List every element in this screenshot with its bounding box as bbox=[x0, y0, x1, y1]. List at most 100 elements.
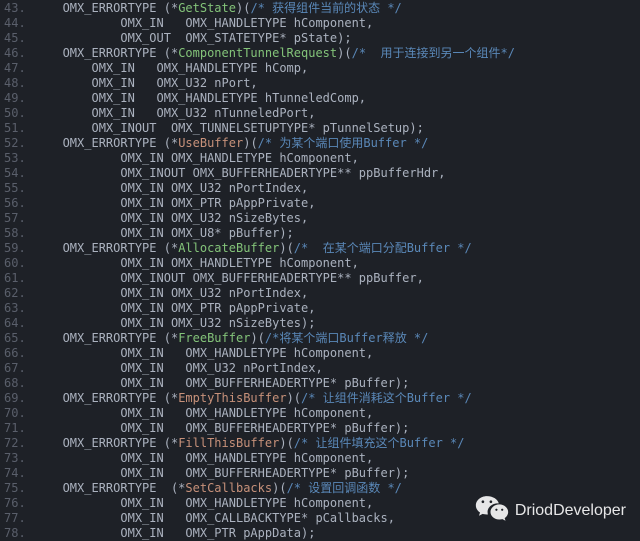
line-number: 74. bbox=[4, 466, 26, 481]
code-line: OMX_INOUT OMX_TUNNELSETUPTYPE* pTunnelSe… bbox=[34, 121, 640, 136]
code-token: OMX_IN OMX_HANDLETYPE hComp, bbox=[34, 61, 309, 75]
code-token: OMX_ERRORTYPE (* bbox=[34, 136, 179, 150]
code-line: OMX_ERRORTYPE (*FreeBuffer)(/*将某个端口Buffe… bbox=[34, 331, 640, 346]
code-line: OMX_IN OMX_BUFFERHEADERTYPE* pBuffer); bbox=[34, 466, 640, 481]
code-token: OMX_ERRORTYPE (* bbox=[34, 436, 179, 450]
line-number: 45. bbox=[4, 31, 26, 46]
code-line: OMX_IN OMX_PTR pAppPrivate, bbox=[34, 196, 640, 211]
code-token: OMX_INOUT OMX_TUNNELSETUPTYPE* pTunnelSe… bbox=[34, 121, 424, 135]
line-number: 64. bbox=[4, 316, 26, 331]
code-line: OMX_IN OMX_U32 nSizeBytes); bbox=[34, 316, 640, 331]
line-number: 48. bbox=[4, 76, 26, 91]
code-editor: 43.44.45.46.47.48.49.50.51.52.53.54.55.5… bbox=[0, 0, 640, 541]
line-number: 43. bbox=[4, 1, 26, 16]
code-token: OMX_IN OMX_HANDLETYPE hTunneledComp, bbox=[34, 91, 366, 105]
code-token: )( bbox=[236, 1, 250, 15]
line-number: 47. bbox=[4, 61, 26, 76]
comment: /* 在某个端口分配Buffer */ bbox=[294, 241, 472, 255]
code-token: OMX_IN OMX_U32 nSizeBytes); bbox=[34, 316, 316, 330]
code-line: OMX_IN OMX_HANDLETYPE hComponent, bbox=[34, 406, 640, 421]
function-name: AllocateBuffer bbox=[178, 241, 279, 255]
code-token: OMX_IN OMX_HANDLETYPE hComponent, bbox=[34, 496, 374, 510]
code-line: OMX_IN OMX_HANDLETYPE hComponent, bbox=[34, 256, 640, 271]
code-line: OMX_IN OMX_U32 nTunneledPort, bbox=[34, 106, 640, 121]
comment: /*将某个端口Buffer释放 */ bbox=[265, 331, 428, 345]
code-token: OMX_IN OMX_U32 nTunneledPort, bbox=[34, 106, 316, 120]
comment: /* 为某个端口使用Buffer */ bbox=[258, 136, 429, 150]
line-number: 46. bbox=[4, 46, 26, 61]
code-token: OMX_IN OMX_HANDLETYPE hComponent, bbox=[34, 346, 374, 360]
line-number: 58. bbox=[4, 226, 26, 241]
line-number: 44. bbox=[4, 16, 26, 31]
line-number: 73. bbox=[4, 451, 26, 466]
code-line: OMX_IN OMX_BUFFERHEADERTYPE* pBuffer); bbox=[34, 421, 640, 436]
code-line: OMX_IN OMX_PTR pAppData); bbox=[34, 526, 640, 541]
code-token: OMX_IN OMX_U32 nPortIndex, bbox=[34, 361, 323, 375]
line-number: 51. bbox=[4, 121, 26, 136]
line-number: 62. bbox=[4, 286, 26, 301]
code-token: OMX_IN OMX_BUFFERHEADERTYPE* pBuffer); bbox=[34, 421, 410, 435]
code-token: )( bbox=[337, 46, 351, 60]
line-number: 72. bbox=[4, 436, 26, 451]
line-number: 61. bbox=[4, 271, 26, 286]
line-number: 59. bbox=[4, 241, 26, 256]
watermark-text: DriodDeveloper bbox=[515, 502, 626, 520]
comment: /* 设置回调函数 */ bbox=[287, 481, 402, 495]
code-token: )( bbox=[272, 481, 286, 495]
code-token: OMX_ERRORTYPE (* bbox=[34, 1, 179, 15]
line-number: 53. bbox=[4, 151, 26, 166]
function-name: EmptyThisBuffer bbox=[178, 391, 286, 405]
code-line: OMX_IN OMX_HANDLETYPE hComp, bbox=[34, 61, 640, 76]
code-token: )( bbox=[279, 241, 293, 255]
wechat-icon bbox=[475, 494, 509, 527]
code-line: OMX_IN OMX_HANDLETYPE hComponent, bbox=[34, 151, 640, 166]
function-name: SetCallbacks bbox=[185, 481, 272, 495]
code-token: OMX_IN OMX_BUFFERHEADERTYPE* pBuffer); bbox=[34, 376, 410, 390]
line-number: 55. bbox=[4, 181, 26, 196]
line-number: 54. bbox=[4, 166, 26, 181]
code-line: OMX_IN OMX_HANDLETYPE hComponent, bbox=[34, 16, 640, 31]
function-name: ComponentTunnelRequest bbox=[178, 46, 337, 60]
line-number: 68. bbox=[4, 376, 26, 391]
code-area[interactable]: OMX_ERRORTYPE (*GetState)(/* 获得组件当前的状态 *… bbox=[34, 0, 640, 541]
comment: /* 让组件消耗这个Buffer */ bbox=[301, 391, 472, 405]
code-line: OMX_INOUT OMX_BUFFERHEADERTYPE** ppBuffe… bbox=[34, 271, 640, 286]
comment: /* 用于连接到另一个组件*/ bbox=[352, 46, 515, 60]
code-line: OMX_OUT OMX_STATETYPE* pState); bbox=[34, 31, 640, 46]
code-token: OMX_ERRORTYPE (* bbox=[34, 391, 179, 405]
code-token: OMX_IN OMX_HANDLETYPE hComponent, bbox=[34, 451, 374, 465]
line-number: 71. bbox=[4, 421, 26, 436]
code-line: OMX_ERRORTYPE (*ComponentTunnelRequest)(… bbox=[34, 46, 640, 61]
code-line: OMX_INOUT OMX_BUFFERHEADERTYPE** ppBuffe… bbox=[34, 166, 640, 181]
code-token: OMX_IN OMX_U8* pBuffer); bbox=[34, 226, 294, 240]
line-number: 65. bbox=[4, 331, 26, 346]
code-token: OMX_IN OMX_HANDLETYPE hComponent, bbox=[34, 151, 359, 165]
code-token: OMX_ERRORTYPE (* bbox=[34, 481, 186, 495]
line-number: 75. bbox=[4, 481, 26, 496]
code-token: OMX_OUT OMX_STATETYPE* pState); bbox=[34, 31, 352, 45]
code-line: OMX_ERRORTYPE (*EmptyThisBuffer)(/* 让组件消… bbox=[34, 391, 640, 406]
function-name: FillThisBuffer bbox=[178, 436, 279, 450]
code-token: OMX_ERRORTYPE (* bbox=[34, 241, 179, 255]
code-token: )( bbox=[287, 391, 301, 405]
line-number: 76. bbox=[4, 496, 26, 511]
code-line: OMX_ERRORTYPE (*UseBuffer)(/* 为某个端口使用Buf… bbox=[34, 136, 640, 151]
code-line: OMX_IN OMX_U32 nPortIndex, bbox=[34, 181, 640, 196]
line-number: 69. bbox=[4, 391, 26, 406]
code-token: OMX_INOUT OMX_BUFFERHEADERTYPE** ppBuffe… bbox=[34, 166, 446, 180]
code-token: )( bbox=[243, 136, 257, 150]
code-token: OMX_IN OMX_PTR pAppPrivate, bbox=[34, 301, 316, 315]
comment: /* 让组件填充这个Buffer */ bbox=[294, 436, 465, 450]
line-number-gutter: 43.44.45.46.47.48.49.50.51.52.53.54.55.5… bbox=[0, 0, 34, 541]
function-name: UseBuffer bbox=[178, 136, 243, 150]
code-token: OMX_INOUT OMX_BUFFERHEADERTYPE** ppBuffe… bbox=[34, 271, 424, 285]
code-line: OMX_IN OMX_U32 nSizeBytes, bbox=[34, 211, 640, 226]
code-line: OMX_IN OMX_U32 nPortIndex, bbox=[34, 286, 640, 301]
code-token: OMX_IN OMX_HANDLETYPE hComponent, bbox=[34, 256, 359, 270]
code-line: OMX_ERRORTYPE (*GetState)(/* 获得组件当前的状态 *… bbox=[34, 1, 640, 16]
code-token: OMX_IN OMX_U32 nPortIndex, bbox=[34, 286, 309, 300]
code-token: OMX_ERRORTYPE (* bbox=[34, 331, 179, 345]
watermark: DriodDeveloper bbox=[475, 494, 626, 527]
code-line: OMX_IN OMX_U8* pBuffer); bbox=[34, 226, 640, 241]
code-token: OMX_IN OMX_PTR pAppData); bbox=[34, 526, 316, 540]
